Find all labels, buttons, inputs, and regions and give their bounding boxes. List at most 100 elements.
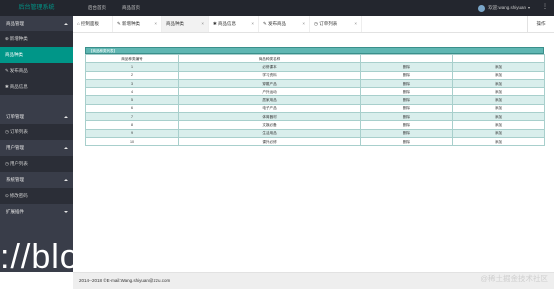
sidebar-group-orders[interactable]: 订单管理	[0, 109, 73, 125]
sidebar-group-users[interactable]: 用户管理	[0, 140, 73, 156]
list-icon: ◷	[314, 21, 318, 26]
chevron-up-icon	[64, 179, 68, 181]
sidebar-item-label: 用户列表	[9, 161, 28, 166]
tab-label: 控制面板	[80, 21, 99, 26]
edit-icon: ✎	[263, 21, 267, 26]
cell-name: 学习资料	[178, 70, 361, 80]
avatar[interactable]	[478, 4, 486, 12]
close-icon[interactable]: ×	[251, 16, 254, 32]
column-header-add	[452, 53, 545, 64]
close-icon[interactable]: ×	[354, 16, 357, 32]
watermark: @稀土掘金技术社区	[480, 274, 548, 283]
sidebar-item-order-list[interactable]: ◷订单列表	[0, 124, 73, 140]
tab-new-category[interactable]: ✎ 新增种类 ×	[113, 16, 162, 32]
table-row: 8 文娱必备 删除 添加	[85, 120, 545, 130]
delete-link[interactable]: 删除	[360, 95, 453, 105]
add-link[interactable]: 添加	[452, 62, 545, 72]
tab-publish-goods[interactable]: ✎ 发布商品 ×	[259, 16, 310, 32]
sidebar-group-label: 系统管理	[6, 177, 24, 182]
cell-name: 穿戴产品	[178, 78, 361, 89]
top-nav: 后台首页 商品首页	[88, 0, 156, 16]
sidebar-group-label: 商品管理	[6, 21, 24, 26]
tab-operations-button[interactable]: 操作	[527, 16, 554, 32]
add-link[interactable]: 添加	[452, 136, 545, 147]
sidebar-item-label: 商品信息	[9, 84, 28, 89]
chevron-down-icon[interactable]	[528, 7, 530, 9]
category-table-panel: 【商品种类列表】 商品种类编号 商品种类名称 1 必修课本 删除 添加 2 学习…	[85, 47, 545, 147]
gear-icon: ✱	[5, 84, 9, 89]
sidebar-group-label: 用户管理	[6, 145, 24, 150]
delete-link[interactable]: 删除	[360, 103, 453, 114]
add-link[interactable]: 添加	[452, 128, 545, 138]
tab-bar: ⌂ 控制面板 ✎ 新增种类 × 商品种类 × ✱ 商品信息 × ✎ 发布商品 ×…	[73, 16, 554, 33]
delete-link[interactable]: 删除	[360, 78, 453, 89]
sidebar-group-label: 扩展插件	[6, 209, 24, 214]
sidebar-item-goods-info[interactable]: ✱商品信息	[0, 79, 73, 95]
cell-name: 文娱必备	[178, 120, 361, 130]
cell-id: 3	[85, 78, 179, 89]
tab-order-list[interactable]: ◷ 订单列表 ×	[310, 16, 362, 32]
cell-name: 必修课本	[178, 62, 361, 72]
sidebar-group-system[interactable]: 系统管理	[0, 172, 73, 188]
tab-label: 商品种类	[166, 21, 184, 26]
table-row: 10 课外必修 删除 添加	[85, 136, 545, 147]
cell-id: 8	[85, 120, 179, 130]
table-row: 3 穿戴产品 删除 添加	[85, 78, 545, 89]
tab-label: 新增种类	[122, 21, 141, 26]
user-menu[interactable]: 欢迎:wang.shiyuan	[478, 0, 530, 16]
close-icon[interactable]: ×	[302, 16, 305, 32]
sidebar-group-goods[interactable]: 商品管理	[0, 16, 73, 32]
delete-link[interactable]: 删除	[360, 120, 453, 130]
cell-id: 10	[85, 136, 179, 147]
tab-dashboard[interactable]: ⌂ 控制面板	[73, 16, 113, 32]
cell-id: 6	[85, 103, 179, 114]
sidebar-item-change-password[interactable]: ⊙修改密码	[0, 188, 73, 204]
column-header-delete	[360, 53, 453, 64]
sidebar-item-category-list[interactable]: 商品种类	[0, 47, 73, 63]
top-nav-admin-home[interactable]: 后台首页	[88, 0, 106, 16]
add-link[interactable]: 添加	[452, 95, 545, 105]
tab-goods-info[interactable]: ✱ 商品信息 ×	[209, 16, 259, 32]
tab-category-list[interactable]: 商品种类 ×	[162, 16, 209, 32]
add-link[interactable]: 添加	[452, 112, 545, 122]
table-row: 6 电子产品 删除 添加	[85, 103, 545, 114]
delete-link[interactable]: 删除	[360, 112, 453, 122]
add-link[interactable]: 添加	[452, 120, 545, 130]
sidebar-item-label: 商品种类	[5, 52, 23, 57]
cell-id: 9	[85, 128, 179, 138]
main-content: 【商品种类列表】 商品种类编号 商品种类名称 1 必修课本 删除 添加 2 学习…	[73, 34, 554, 272]
edit-icon: ✎	[117, 21, 121, 26]
top-nav-shop-home[interactable]: 商品首页	[122, 0, 140, 16]
add-link[interactable]: 添加	[452, 78, 545, 89]
cell-name: 生活用品	[178, 128, 361, 138]
sidebar-item-user-list[interactable]: ◷用户列表	[0, 156, 73, 172]
sidebar-group-label: 订单管理	[6, 114, 24, 119]
chevron-up-icon	[64, 116, 68, 118]
close-icon[interactable]: ×	[154, 16, 157, 32]
more-icon[interactable]: ⋮	[542, 0, 548, 15]
add-link[interactable]: 添加	[452, 87, 545, 97]
app-logo[interactable]: 后台管理系统	[0, 0, 73, 16]
lock-icon: ⊙	[5, 193, 9, 198]
close-icon[interactable]: ×	[201, 16, 204, 32]
sidebar-item-new-category[interactable]: ⊕新增种类	[0, 31, 73, 47]
sidebar-item-publish-goods[interactable]: ✎发布商品	[0, 63, 73, 79]
cell-name: 体育器材	[178, 112, 361, 122]
column-header-id: 商品种类编号	[85, 53, 179, 64]
delete-link[interactable]: 删除	[360, 70, 453, 80]
gear-icon: ✱	[213, 21, 217, 26]
table-row: 2 学习资料 删除 添加	[85, 70, 545, 80]
add-link[interactable]: 添加	[452, 70, 545, 80]
cell-id: 4	[85, 87, 179, 97]
url-overlay-text: ://blo	[0, 238, 80, 276]
username[interactable]: 欢迎:wang.shiyuan	[488, 5, 526, 11]
sidebar-group-plugins[interactable]: 扩展插件	[0, 204, 73, 220]
table-row: 7 体育器材 删除 添加	[85, 112, 545, 122]
cell-name: 课外必修	[178, 136, 361, 147]
delete-link[interactable]: 删除	[360, 87, 453, 97]
add-link[interactable]: 添加	[452, 103, 545, 114]
delete-link[interactable]: 删除	[360, 136, 453, 147]
delete-link[interactable]: 删除	[360, 62, 453, 72]
delete-link[interactable]: 删除	[360, 128, 453, 138]
home-icon: ⌂	[77, 21, 80, 26]
